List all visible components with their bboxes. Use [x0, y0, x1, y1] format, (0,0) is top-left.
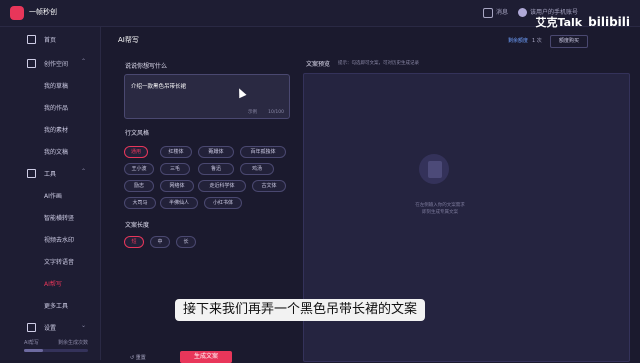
- chevron-down-icon: ⌄: [80, 322, 86, 329]
- prompt-value: 介绍一款黑色吊带长裙: [131, 84, 187, 90]
- style-chip[interactable]: 王小波: [124, 163, 154, 175]
- top-bar: 一帧秒创 消息 该用户的手机账号 艾克Talk bilibili: [0, 0, 640, 29]
- style-chip[interactable]: 鸡汤: [240, 163, 274, 175]
- style-chip[interactable]: 半佛仙人: [160, 197, 198, 209]
- length-label: 文案长度: [125, 222, 150, 229]
- chevron-up-icon: ⌃: [80, 168, 86, 175]
- message-link[interactable]: 消息: [482, 7, 508, 18]
- app-logo-icon[interactable]: [10, 6, 24, 20]
- length-chip[interactable]: 长: [176, 236, 196, 248]
- style-chip[interactable]: 红楼体: [160, 146, 192, 158]
- sidebar-item-works[interactable]: 我的作品: [0, 99, 100, 115]
- prompt-input[interactable]: 介绍一款黑色吊带长裙 示例 10/100: [124, 74, 290, 119]
- usage-bar-fill: [24, 349, 44, 352]
- style-chip[interactable]: 走近科学体: [198, 180, 246, 192]
- prompt-label: 说说你想写什么: [125, 63, 168, 70]
- empty-state-text: 在左侧输入你的文案需求 即刻生成专属文案: [415, 203, 465, 215]
- sidebar-item-remove-watermark[interactable]: 视频去水印: [0, 231, 100, 247]
- video-subtitle: 接下来我们再弄一个黑色吊带长裙的文案: [175, 299, 426, 321]
- sidebar-item-text-to-speech[interactable]: 文字转语音: [0, 253, 100, 269]
- sidebar-item-docs[interactable]: 我的文稿: [0, 143, 100, 159]
- sidebar-item-workspace[interactable]: 创作空间 ⌃: [0, 55, 100, 71]
- style-chip[interactable]: 小红书体: [204, 197, 242, 209]
- generate-button[interactable]: 生成文案: [180, 351, 232, 363]
- style-chip[interactable]: 通用: [124, 146, 148, 158]
- sidebar-item-drafts[interactable]: 我的草稿: [0, 77, 100, 93]
- sidebar-item-materials[interactable]: 我的素材: [0, 121, 100, 137]
- mail-icon: [482, 7, 493, 18]
- sidebar-item-settings[interactable]: 设置 ⌄: [0, 319, 100, 335]
- style-chip[interactable]: 大司马: [124, 197, 156, 209]
- style-chip[interactable]: 励志: [124, 180, 154, 192]
- sidebar-item-tools[interactable]: 工具 ⌃: [0, 165, 100, 181]
- prompt-char-counter: 10/100: [268, 110, 284, 115]
- prompt-example-link[interactable]: 示例: [248, 109, 257, 115]
- length-chip[interactable]: 短: [124, 236, 144, 248]
- style-chip[interactable]: 古文体: [252, 180, 286, 192]
- sidebar-item-ai-write[interactable]: AI帮写: [0, 275, 100, 291]
- toolbox-icon: [27, 169, 36, 178]
- preview-title: 文案预览: [306, 61, 331, 68]
- sidebar-item-landscape-to-portrait[interactable]: 智能横转竖: [0, 209, 100, 225]
- page-title: AI帮写: [118, 36, 139, 44]
- quota-info: 剩余额度 1 次: [508, 38, 542, 44]
- document-icon: [428, 161, 442, 178]
- sidebar-item-home[interactable]: 首页: [0, 31, 100, 47]
- style-chip[interactable]: 百年孤独体: [240, 146, 286, 158]
- folder-icon: [27, 59, 36, 68]
- gear-icon: [27, 323, 36, 332]
- bilibili-watermark: 艾克Talk bilibili: [535, 15, 630, 29]
- style-chip[interactable]: 三毛: [160, 163, 190, 175]
- style-chip[interactable]: 网络体: [160, 180, 194, 192]
- sidebar-item-ai-draw[interactable]: AI作画: [0, 187, 100, 203]
- avatar: [517, 8, 527, 18]
- chevron-up-icon: ⌃: [80, 58, 86, 65]
- home-icon: [27, 35, 36, 44]
- buy-quota-button[interactable]: 额度购买: [550, 35, 588, 48]
- style-label: 行文风格: [125, 130, 150, 137]
- usage-bar: [24, 349, 88, 352]
- style-chip[interactable]: 鲁迅: [198, 163, 234, 175]
- app-name: 一帧秒创: [29, 8, 57, 16]
- sidebar: 首页 创作空间 ⌃ 我的草稿 我的作品 我的素材 我的文稿 工具 ⌃ AI作画 智能…: [0, 27, 101, 360]
- usage-meter: AI帮写 剩余生成次数: [24, 339, 88, 352]
- preview-hint: 提示：勾选即可文案，可对历史生成记录: [338, 61, 419, 66]
- sidebar-item-more-tools[interactable]: 更多工具: [0, 297, 100, 313]
- style-chip[interactable]: 甄嬛体: [198, 146, 234, 158]
- length-chip[interactable]: 中: [150, 236, 170, 248]
